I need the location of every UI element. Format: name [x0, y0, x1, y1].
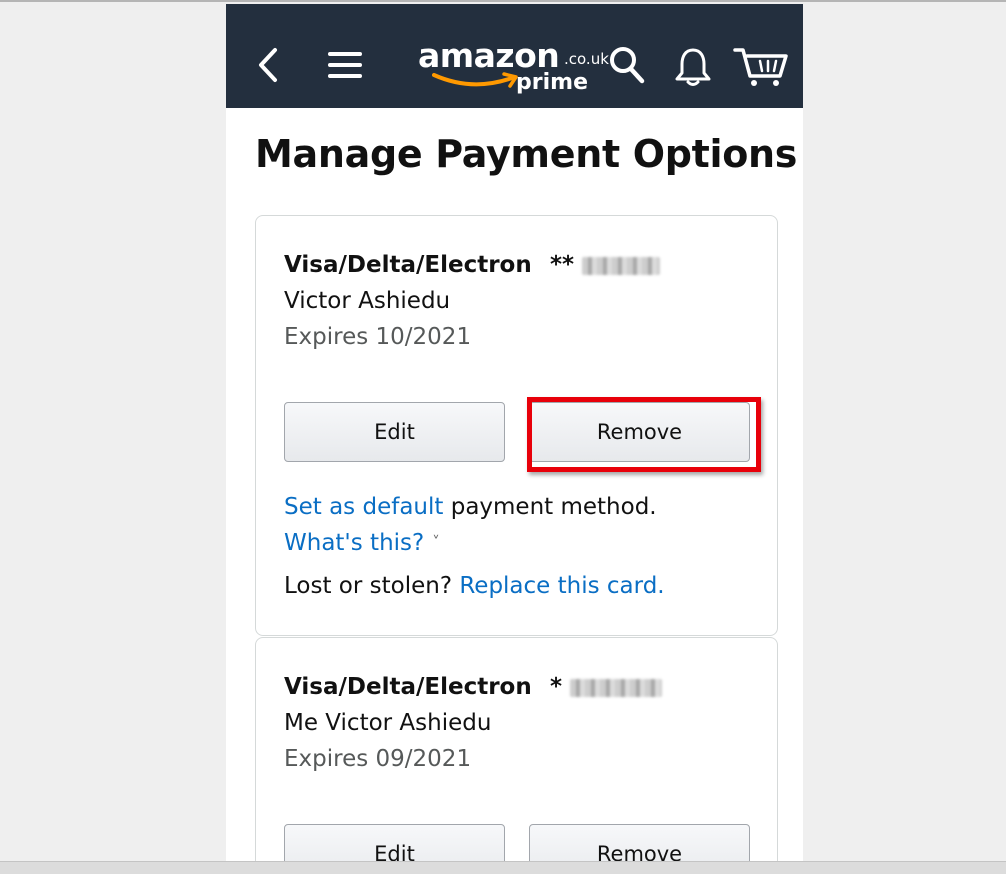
search-icon[interactable] — [609, 46, 645, 84]
window-bottom-border — [0, 861, 1006, 874]
bell-icon[interactable] — [674, 46, 712, 88]
whats-this-link[interactable]: What's this? — [284, 530, 424, 556]
edit-card-button[interactable]: Edit — [284, 402, 505, 462]
whats-this-line: What's this? ˅ — [284, 530, 440, 556]
card-expiry: Expires 10/2021 — [284, 324, 472, 350]
set-as-default-link[interactable]: Set as default — [284, 494, 443, 520]
amazon-prime-logo[interactable]: amazon .co.uk prime — [418, 36, 618, 100]
card-number-masked: * — [550, 674, 663, 700]
window-top-border — [0, 0, 1006, 2]
remove-button-highlight — [527, 397, 761, 472]
lost-stolen-line: Lost or stolen? Replace this card. — [284, 573, 665, 599]
card-expiry: Expires 09/2021 — [284, 746, 472, 772]
smile-arrow-icon — [432, 72, 518, 88]
mobile-viewport: amazon .co.uk prime Manage Payment Optio… — [226, 4, 803, 861]
card-holder-name: Victor Ashiedu — [284, 288, 451, 314]
edit-card-button[interactable]: Edit — [284, 824, 505, 861]
payment-card: Visa/Delta/Electron * Me Victor Ashiedu … — [255, 637, 778, 861]
card-type: Visa/Delta/Electron — [284, 674, 532, 700]
card-digits-redacted — [570, 678, 663, 697]
card-number-masked: ** — [550, 252, 661, 278]
card-digits-redacted — [582, 256, 661, 275]
set-default-suffix: payment method. — [443, 494, 657, 520]
page-title: Manage Payment Options — [255, 132, 798, 176]
remove-card-button[interactable]: Remove — [529, 824, 750, 861]
card-type: Visa/Delta/Electron — [284, 252, 532, 278]
card-holder-name: Me Victor Ashiedu — [284, 710, 492, 736]
top-navbar: amazon .co.uk prime — [226, 4, 803, 108]
logo-tld: .co.uk — [564, 50, 609, 68]
lost-stolen-text: Lost or stolen? — [284, 573, 460, 599]
replace-card-link[interactable]: Replace this card. — [459, 573, 664, 599]
menu-icon[interactable] — [327, 50, 363, 80]
card-mask-stars: ** — [550, 252, 575, 278]
back-arrow-icon[interactable] — [256, 46, 280, 84]
card-mask-stars: * — [550, 674, 563, 700]
chevron-down-icon[interactable]: ˅ — [432, 533, 440, 551]
logo-prime: prime — [516, 70, 588, 95]
cart-icon[interactable] — [733, 46, 789, 88]
set-default-line: Set as default payment method. — [284, 494, 657, 520]
